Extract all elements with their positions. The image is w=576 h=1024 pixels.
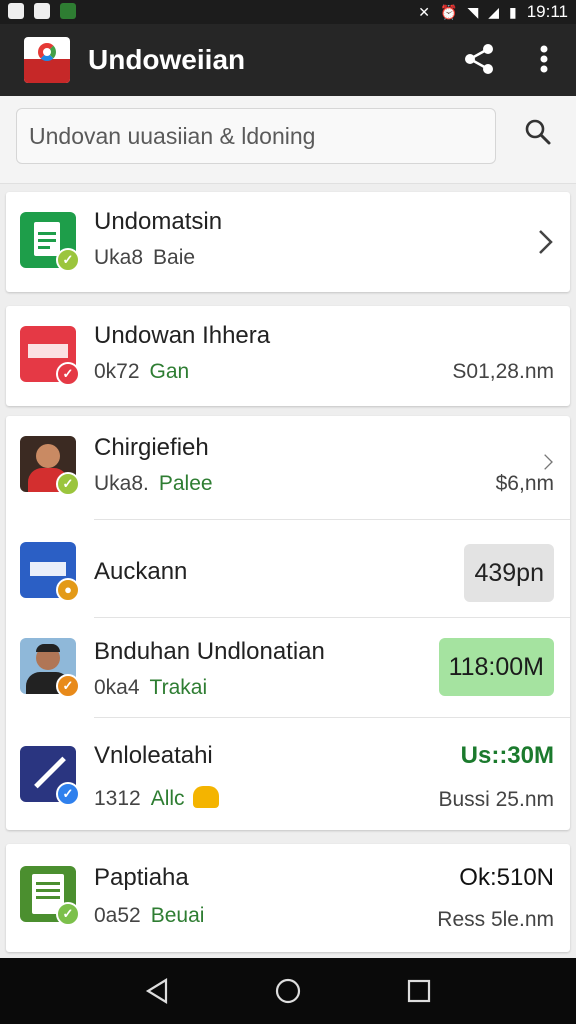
app-notification-icon (34, 3, 50, 19)
list-item[interactable]: ✓ Paptiaha 0a52 Beuai Ok:510N Ress 5le.nm (6, 844, 570, 952)
item-subtitle: Uka8 Baie (94, 246, 195, 270)
item-amount: Ress 5le.nm (437, 908, 554, 931)
item-title: Undowan Ihhera (94, 322, 271, 349)
item-subtitle-accent: Beuai (150, 904, 205, 927)
search-icon[interactable] (524, 118, 552, 146)
trophy-icon (192, 786, 219, 808)
item-title: Bnduhan Undlonatian (94, 638, 325, 665)
sheet-app-icon: ✓ (20, 866, 80, 926)
item-subtitle-code: Uka8. (94, 472, 149, 495)
item-value-pill: 439pn (464, 544, 554, 602)
list-item[interactable]: ● Auckann 439pn (6, 520, 570, 618)
list-item[interactable]: ✓ Vnloleatahi 1312 Allc Us::30M Bussi 25.… (6, 718, 570, 830)
more-vert-icon[interactable] (528, 42, 560, 76)
alarm-icon: ⏰ (440, 3, 458, 20)
status-time: 19:11 (526, 2, 568, 21)
item-subtitle-accent: Trakai (149, 676, 208, 699)
check-badge-icon: ✓ (56, 782, 80, 806)
back-icon[interactable] (142, 976, 172, 1006)
item-top-value: Us::30M (460, 742, 554, 769)
blue-app-icon: ● (20, 542, 80, 602)
item-amount: Bussi 25.nm (438, 788, 554, 811)
logo-band (24, 59, 70, 83)
item-subtitle-accent: Palee (158, 472, 213, 495)
status-bar: ✕ ⏰ ◥ ◢ ▮ 19:11 (0, 0, 576, 24)
notification-icons (8, 3, 76, 19)
item-title: Undomatsin (94, 208, 223, 235)
check-badge-icon: ✓ (56, 248, 80, 272)
pen-app-icon: ✓ (20, 746, 80, 806)
list-card: ✓ Chirgiefieh Uka8. Palee $6,nm ● Auckann… (6, 416, 570, 830)
search-input[interactable] (16, 108, 496, 164)
item-subtitle-code: 0k72 (94, 360, 140, 383)
avatar: ✓ (20, 436, 80, 496)
recents-icon[interactable] (404, 976, 434, 1006)
item-amount: S01,28.nm (452, 360, 554, 383)
red-app-icon: ✓ (20, 326, 80, 386)
chevron-right-icon[interactable] (536, 228, 554, 256)
medal-badge-icon: ● (56, 578, 80, 602)
item-subtitle: Uka8. Palee (94, 472, 213, 496)
logo-mark (38, 43, 56, 61)
item-subtitle-code: 1312 (94, 787, 141, 810)
sheet-notification-icon (60, 3, 76, 19)
item-subtitle: 0ka4 Trakai (94, 676, 207, 700)
item-subtitle-accent: Gan (149, 360, 190, 383)
item-value-pill: 118:00M (438, 638, 554, 696)
list-item[interactable]: ✓ Bnduhan Undlonatian 0ka4 Trakai 118:00M (6, 618, 570, 718)
item-subtitle: 0k72 Gan (94, 360, 189, 384)
list-item[interactable]: ✓ Undomatsin Uka8 Baie (6, 192, 570, 292)
item-title: Vnloleatahi (94, 742, 213, 769)
list-card: ✓ Undowan Ihhera 0k72 Gan S01,28.nm (6, 306, 570, 406)
battery-icon: ▮ (509, 3, 517, 20)
item-amount: $6,nm (495, 472, 554, 495)
mute-icon: ✕ (418, 3, 430, 20)
app-bar: Undoweiian (0, 24, 576, 96)
app-title: Undoweiian (88, 44, 246, 75)
check-badge-icon: ✓ (56, 472, 80, 496)
item-subtitle-accent: Allc (150, 787, 185, 810)
wifi-icon: ◥ (467, 3, 479, 20)
app-logo (24, 37, 70, 83)
item-subtitle-accent: Baie (153, 246, 196, 269)
gallery-notification-icon (8, 3, 24, 19)
check-badge-icon: ✓ (56, 902, 80, 926)
home-icon[interactable] (273, 976, 303, 1006)
item-subtitle: 0a52 Beuai (94, 904, 204, 928)
avatar: ✓ (20, 638, 80, 698)
list-item[interactable]: ✓ Chirgiefieh Uka8. Palee $6,nm (6, 416, 570, 520)
item-top-value: Ok:510N (459, 864, 554, 891)
item-subtitle-code: Uka8 (94, 246, 144, 269)
system-nav-bar (0, 958, 576, 1024)
list-card: ✓ Undomatsin Uka8 Baie (6, 192, 570, 292)
item-subtitle: 1312 Allc (94, 786, 219, 811)
item-title: Paptiaha (94, 864, 189, 891)
list-item[interactable]: ✓ Undowan Ihhera 0k72 Gan S01,28.nm (6, 306, 570, 406)
check-badge-icon: ✓ (56, 674, 80, 698)
chevron-right-icon[interactable] (542, 452, 554, 472)
share-icon[interactable] (462, 42, 496, 76)
system-indicators: ✕ ⏰ ◥ ◢ ▮ 19:11 (418, 2, 568, 22)
item-subtitle-code: 0ka4 (94, 676, 140, 699)
signal-icon: ◢ (488, 3, 499, 20)
search-area (0, 96, 576, 184)
list-card: ✓ Paptiaha 0a52 Beuai Ok:510N Ress 5le.nm (6, 844, 570, 952)
item-title: Auckann (94, 558, 188, 585)
item-title: Chirgiefieh (94, 434, 209, 461)
doc-icon: ✓ (20, 212, 80, 272)
check-badge-icon: ✓ (56, 362, 80, 386)
item-subtitle-code: 0a52 (94, 904, 141, 927)
